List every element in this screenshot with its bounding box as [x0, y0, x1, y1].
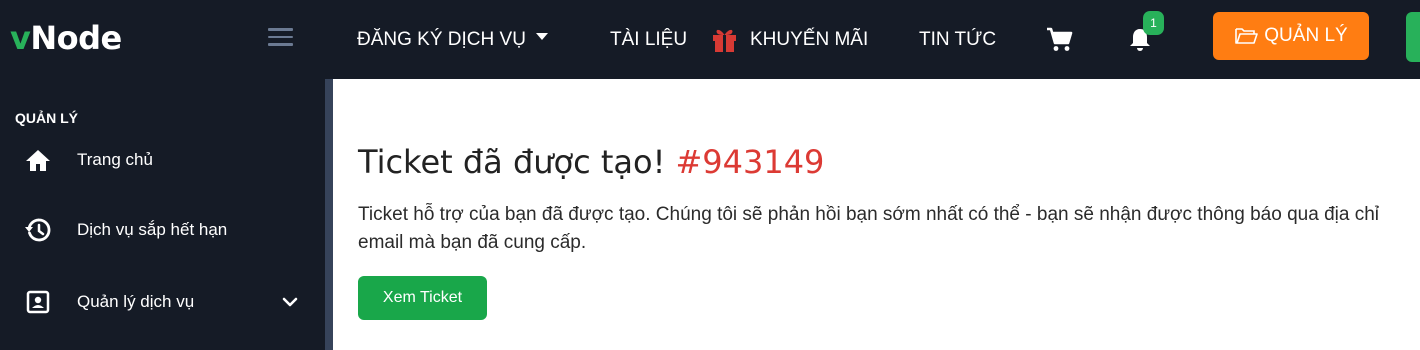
nav-label: TÀI LIỆU	[610, 28, 688, 50]
brand-prefix: v	[10, 19, 31, 57]
sidebar-item-label: Trang chủ	[77, 150, 153, 169]
nav-docs[interactable]: TÀI LIỆU	[610, 0, 687, 79]
brand-name: Node	[30, 19, 122, 57]
sidebar-item-manage-services[interactable]: Quản lý dịch vụ	[0, 280, 325, 324]
nav-promo[interactable]: KHUYẾN MÃI	[711, 0, 868, 79]
nav-news[interactable]: TIN TỨC	[919, 0, 996, 79]
brand-logo[interactable]: vNode	[10, 18, 122, 58]
contact-card-icon	[24, 288, 52, 316]
caret-down-icon	[535, 33, 548, 40]
sidebar-section-title: QUẢN LÝ	[15, 110, 78, 126]
ticket-number: #943149	[675, 143, 825, 181]
gift-icon	[711, 26, 738, 53]
nav-label: ĐĂNG KÝ DỊCH VỤ	[357, 28, 526, 50]
sidebar-item-label: Dịch vụ sắp hết hạn	[77, 220, 228, 239]
folder-icon	[1234, 26, 1264, 46]
title-text: Ticket đã được tạo!	[358, 143, 666, 181]
nav-label: KHUYẾN MÃI	[750, 28, 869, 50]
home-icon	[24, 146, 52, 174]
sidebar-scroll-edge	[325, 79, 333, 350]
chevron-down-icon[interactable]	[280, 292, 300, 312]
view-ticket-button[interactable]: Xem Ticket	[358, 276, 487, 320]
history-icon	[24, 216, 52, 244]
sidebar-item-home[interactable]: Trang chủ	[0, 138, 325, 182]
ticket-message: Ticket hỗ trợ của bạn đã được tạo. Chúng…	[358, 204, 1379, 253]
sidebar-item-label: Quản lý dịch vụ	[77, 292, 195, 311]
nav-label: TIN TỨC	[919, 28, 997, 50]
hamburger-icon[interactable]	[268, 28, 293, 46]
cart-icon[interactable]	[1046, 0, 1074, 79]
nav-register-service[interactable]: ĐĂNG KÝ DỊCH VỤ	[357, 0, 548, 79]
account-button[interactable]	[1406, 12, 1420, 62]
manage-button[interactable]: QUẢN LÝ	[1213, 12, 1369, 60]
manage-button-label: QUẢN LÝ	[1264, 25, 1348, 46]
sidebar-item-expiring-services[interactable]: Dịch vụ sắp hết hạn	[0, 208, 325, 252]
sidebar: vNode QUẢN LÝ Trang chủ Dịch vụ sắp hết …	[0, 0, 325, 350]
notification-badge: 1	[1143, 11, 1164, 35]
page-title: Ticket đã được tạo! #943149	[358, 140, 824, 184]
